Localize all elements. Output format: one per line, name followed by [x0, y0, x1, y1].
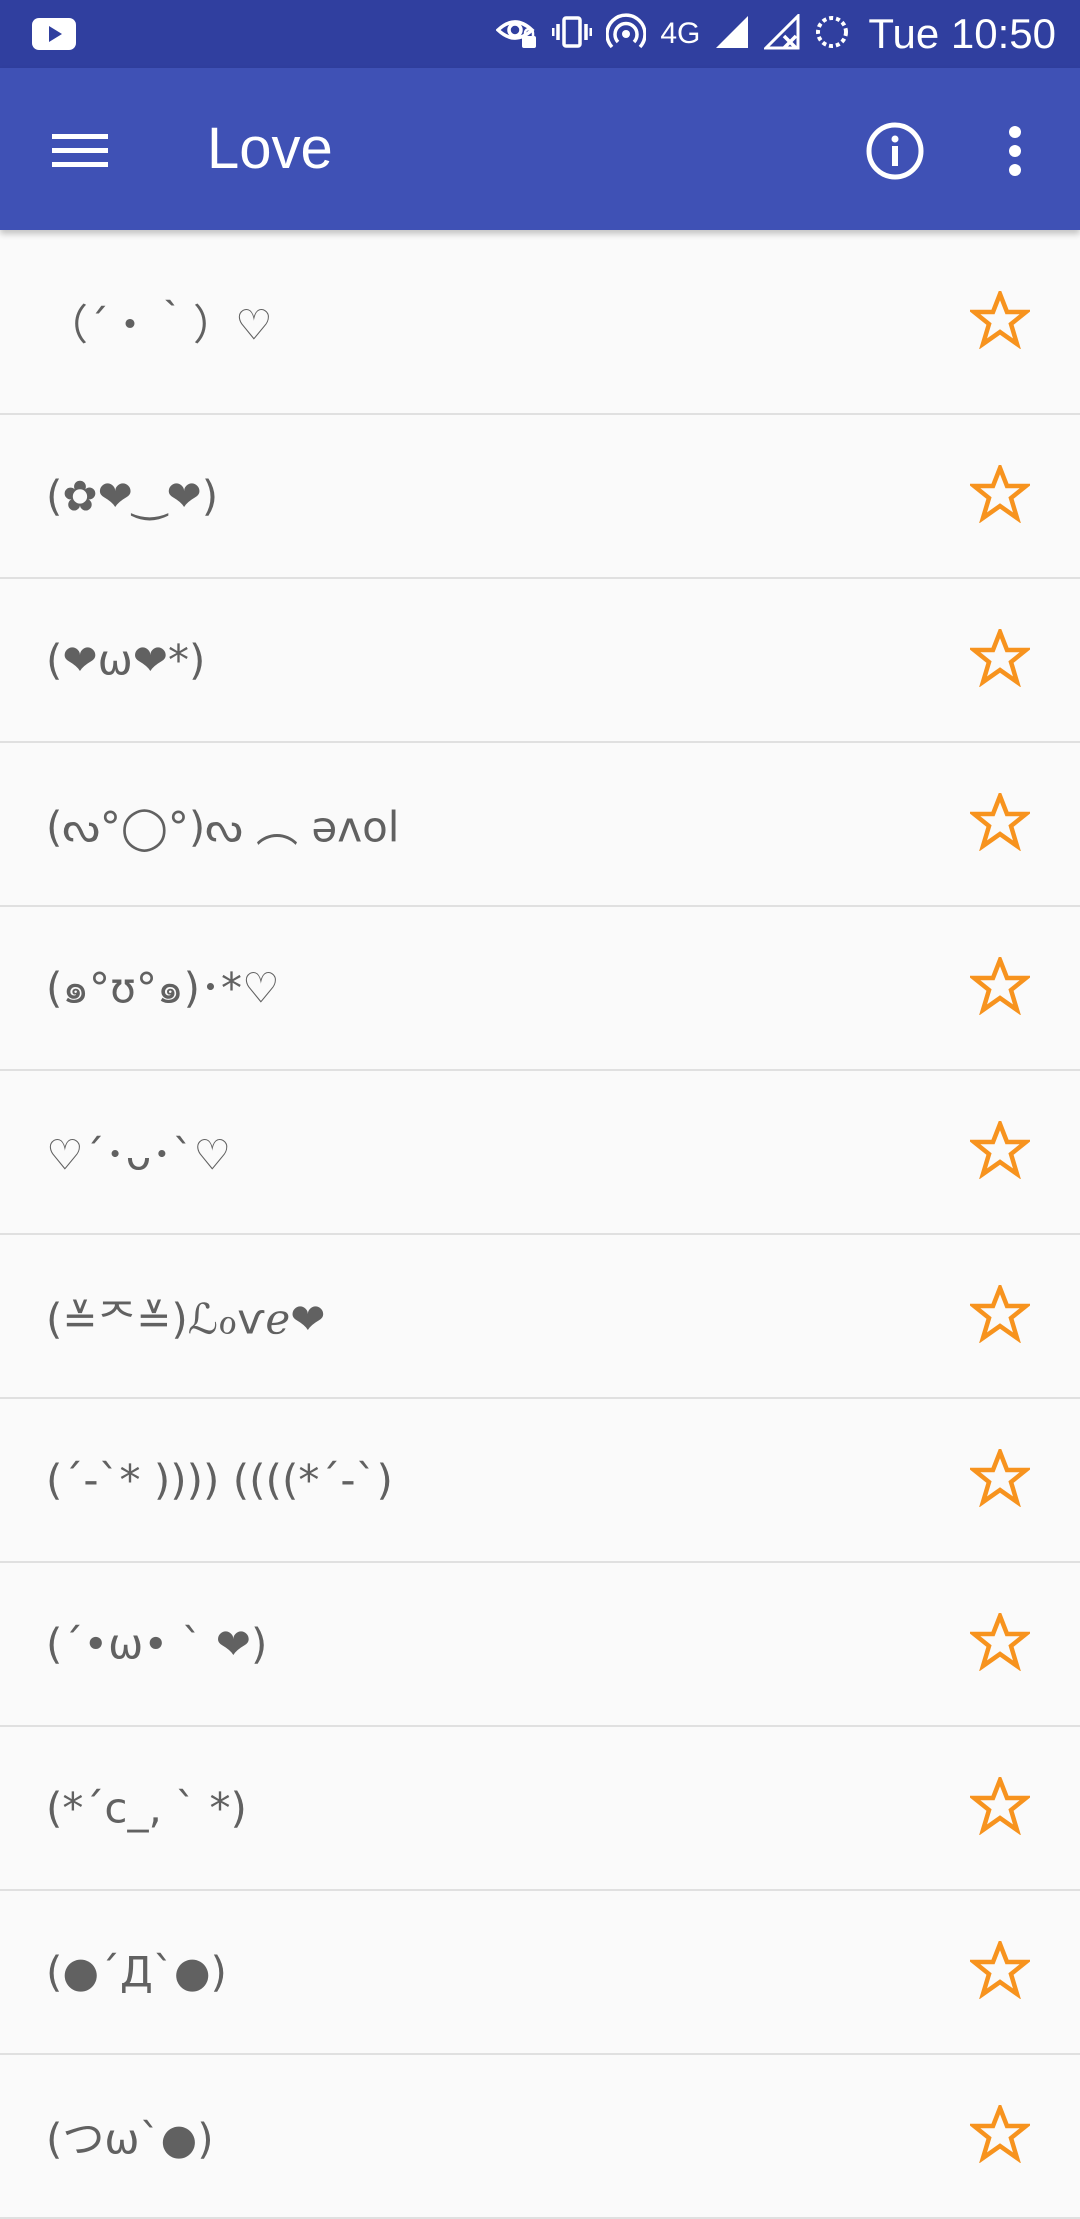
status-time: Tue 10:50: [868, 10, 1056, 57]
status-bar: 4G Tue 10:50: [0, 0, 1080, 68]
vibrate-icon: [551, 12, 593, 56]
emoticon-text: (*´c_, ` *): [46, 1783, 247, 1833]
emoticon-text: (●´Д`●): [46, 1947, 227, 1997]
list-item[interactable]: （´・｀）♡: [0, 230, 1080, 415]
favorite-button[interactable]: [960, 2096, 1040, 2176]
star-icon: [967, 953, 1033, 1019]
sync-icon: [814, 14, 850, 54]
youtube-icon: [32, 16, 76, 56]
emoticon-text: (´-`* )))) ((((*´-`): [46, 1455, 393, 1505]
favorite-button[interactable]: [960, 456, 1040, 536]
emoticon-list: （´・｀）♡ (✿❤‿❤) (❤ω❤*) (ᔓ°◯°)ᔓ ︵ ǝʌol (๑°ʊ…: [0, 230, 1080, 2219]
network-type-label: 4G: [660, 17, 701, 50]
star-icon: [967, 1609, 1033, 1675]
emoticon-text: ♡´･ᴗ･`♡: [46, 1130, 232, 1180]
emoticon-text: (✿❤‿❤): [46, 471, 219, 521]
signal-off-icon: [762, 12, 800, 54]
emoticon-text: (❤ω❤*): [46, 635, 206, 685]
emoticon-text: (つω`●): [46, 2114, 214, 2164]
list-item[interactable]: (๑°ʊ°๑)･*♡: [0, 907, 1080, 1071]
favorite-button[interactable]: [960, 1112, 1040, 1192]
emoticon-text: （´・｀）♡: [46, 300, 273, 349]
list-item[interactable]: (≚ᄌ≚)ℒℴѵℯ❤: [0, 1235, 1080, 1399]
list-item[interactable]: (´-`* )))) ((((*´-`): [0, 1399, 1080, 1563]
favorite-button[interactable]: [960, 1768, 1040, 1848]
favorite-button[interactable]: [960, 948, 1040, 1028]
favorite-button[interactable]: [960, 1932, 1040, 2012]
list-item[interactable]: (つω`●): [0, 2055, 1080, 2219]
emoticon-text: (≚ᄌ≚)ℒℴѵℯ❤: [46, 1294, 326, 1344]
more-options-button[interactable]: [975, 113, 1055, 193]
star-icon: [967, 625, 1033, 691]
favorite-button[interactable]: [960, 282, 1040, 362]
emoticon-text: (ᔓ°◯°)ᔓ ︵ ǝʌol: [46, 802, 400, 852]
list-item[interactable]: ♡´･ᴗ･`♡: [0, 1071, 1080, 1235]
list-item[interactable]: (ᔓ°◯°)ᔓ ︵ ǝʌol: [0, 743, 1080, 907]
star-icon: [967, 2101, 1033, 2167]
page-title: Love: [207, 116, 333, 181]
list-item[interactable]: (❤ω❤*): [0, 579, 1080, 743]
menu-button[interactable]: [40, 113, 120, 193]
info-icon: [865, 121, 925, 185]
signal-icon: [714, 14, 750, 54]
eye-lock-icon: [495, 12, 538, 56]
star-icon: [967, 1281, 1033, 1347]
favorite-button[interactable]: [960, 1440, 1040, 1520]
star-icon: [967, 287, 1033, 353]
app-bar: Love: [0, 68, 1080, 230]
menu-icon: [52, 131, 108, 175]
list-item[interactable]: (´•ω• ` ❤): [0, 1563, 1080, 1727]
star-icon: [967, 1773, 1033, 1839]
favorite-button[interactable]: [960, 1604, 1040, 1684]
star-icon: [967, 789, 1033, 855]
list-item[interactable]: (✿❤‿❤): [0, 415, 1080, 579]
hotspot-icon: [605, 12, 648, 56]
list-item[interactable]: (●´Д`●): [0, 1891, 1080, 2055]
favorite-button[interactable]: [960, 1276, 1040, 1356]
favorite-button[interactable]: [960, 620, 1040, 700]
favorite-button[interactable]: [960, 784, 1040, 864]
more-vert-icon: [1007, 125, 1023, 181]
emoticon-text: (๑°ʊ°๑)･*♡: [46, 963, 280, 1013]
info-button[interactable]: [855, 113, 935, 193]
emoticon-text: (´•ω• ` ❤): [46, 1619, 268, 1669]
star-icon: [967, 1445, 1033, 1511]
star-icon: [967, 1937, 1033, 2003]
star-icon: [967, 461, 1033, 527]
list-item[interactable]: (*´c_, ` *): [0, 1727, 1080, 1891]
star-icon: [967, 1117, 1033, 1183]
